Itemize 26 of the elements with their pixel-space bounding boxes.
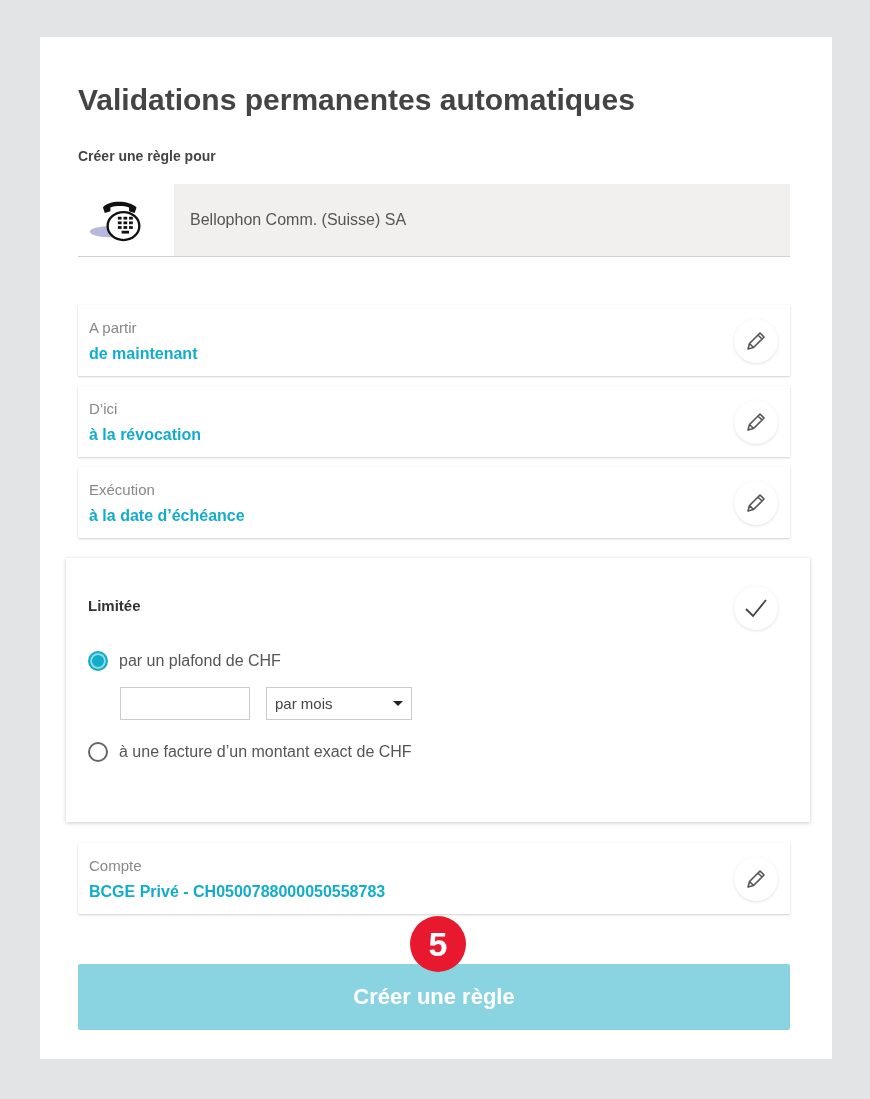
account-label: Compte [89, 855, 143, 876]
edit-button[interactable] [734, 480, 778, 525]
account-value: BCGE Privé - CH0500788000050558783 [89, 881, 386, 902]
setting-label: A partir [89, 317, 138, 338]
amount-input-field[interactable] [120, 687, 250, 720]
checkmark-icon [744, 597, 768, 619]
radio-button[interactable] [88, 651, 108, 671]
option-label[interactable]: à une facture d’un montant exact de CHF [119, 741, 412, 763]
confirm-button[interactable] [734, 586, 778, 630]
caret-icon [393, 701, 403, 706]
edit-button[interactable] [734, 856, 778, 901]
edit-button[interactable] [734, 318, 778, 363]
page-title: Validations permanentes automatiques [78, 82, 636, 118]
edit-button[interactable] [734, 399, 778, 444]
section-heading: Créer une règle pour [78, 147, 217, 165]
option-label[interactable]: par un plafond de CHF [119, 650, 281, 672]
setting-value: à la date d’échéance [89, 505, 245, 526]
period-dropdown[interactable]: par mois [266, 687, 412, 720]
limit-title: Limitée [88, 596, 141, 614]
setting-label: Exécution [89, 479, 156, 500]
radio-button[interactable] [88, 742, 108, 762]
setting-value: de maintenant [89, 343, 198, 364]
step-number-badge: 5 [410, 916, 466, 972]
payee-name-field: Bellophon Comm. (Suisse) SA [174, 184, 790, 256]
setting-label: D’ici [89, 398, 119, 419]
setting-value: à la révocation [89, 424, 202, 445]
